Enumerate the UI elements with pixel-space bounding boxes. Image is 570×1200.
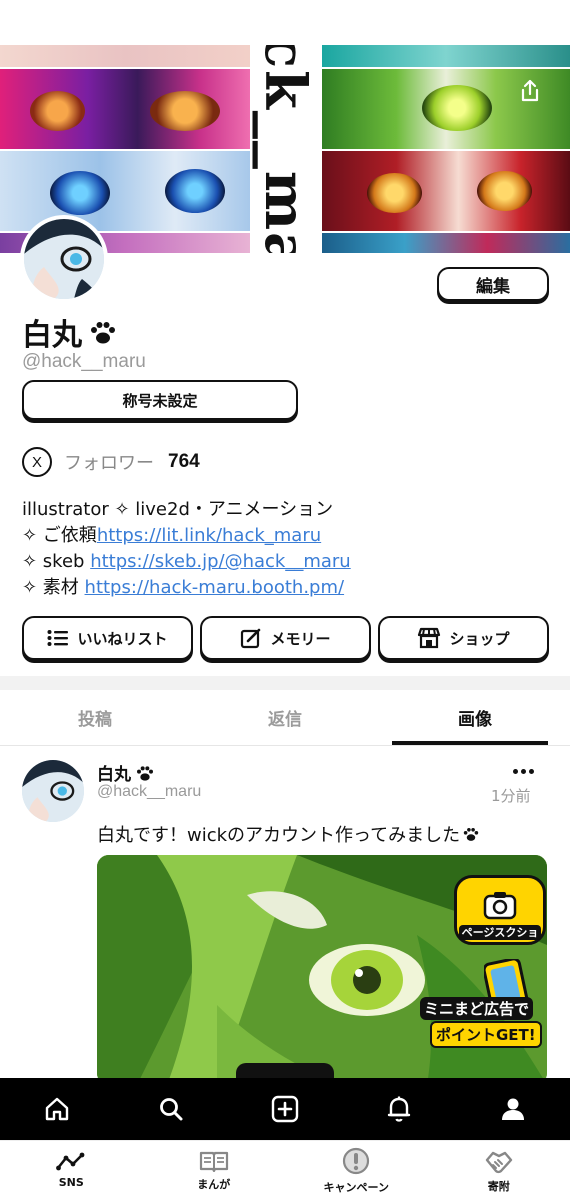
profile-bio: illustrator ✧ live2d・アニメーション ✧ ご依頼https:… <box>22 497 351 601</box>
banner-title: hack__maru <box>250 45 320 253</box>
banner-tile <box>0 151 250 231</box>
bio-line: ✧ ご依頼https://lit.link/hack_maru <box>22 525 322 546</box>
nav-profile[interactable] <box>456 1078 570 1140</box>
app-switcher-bar: SNS まんが キャンペーン 寄附 <box>0 1140 570 1200</box>
edit-note-icon <box>241 628 261 649</box>
post-author-name[interactable]: 白丸 <box>97 760 155 785</box>
shop-label: ショップ <box>449 629 510 648</box>
user-icon <box>502 1098 524 1120</box>
edit-profile-button[interactable]: 編集 <box>437 267 549 301</box>
search-icon <box>160 1098 183 1121</box>
post-body: 白丸です！wickのアカウント作ってみました <box>97 821 480 847</box>
bottom-nav <box>0 1078 570 1140</box>
switch-campaign-label: キャンペーン <box>323 1180 389 1194</box>
bio-link[interactable]: https://lit.link/hack_maru <box>97 525 321 546</box>
switch-manga[interactable]: まんが <box>143 1141 286 1200</box>
profile-name-text: 白丸 <box>22 318 82 353</box>
nav-home[interactable] <box>0 1078 114 1140</box>
title-badge-button[interactable]: 称号未設定 <box>22 380 298 420</box>
followers-count: 764 <box>168 451 200 472</box>
switch-sns-label: SNS <box>58 1176 84 1189</box>
likes-list-button[interactable]: いいねリスト <box>22 616 193 660</box>
x-icon[interactable]: X <box>22 447 52 477</box>
tab-posts[interactable]: 投稿 <box>0 690 190 745</box>
more-dot-icon <box>512 768 518 774</box>
share-button[interactable] <box>510 71 550 111</box>
mini-ad-banner[interactable]: ミニまど広告で ポイントGET! <box>420 959 542 1055</box>
followers-label: フォロワー <box>64 453 154 474</box>
more-options-button[interactable] <box>509 760 537 782</box>
post-author-name-text: 白丸 <box>97 765 131 785</box>
switch-sns[interactable]: SNS <box>0 1141 143 1200</box>
tab-images[interactable]: 画像 <box>380 690 570 745</box>
mini-ad-line: ミニまど広告で <box>420 997 534 1020</box>
memory-label: メモリー <box>270 629 331 648</box>
switch-donate-label: 寄附 <box>487 1179 510 1193</box>
bio-link[interactable]: https://hack-maru.booth.pm/ <box>85 577 345 598</box>
alert-coin-icon <box>343 1147 370 1174</box>
page-screenshot-label: ページスクショ <box>448 924 552 940</box>
profile-tabs: 投稿 返信 画像 <box>0 690 570 746</box>
tab-replies[interactable]: 返信 <box>190 690 380 745</box>
bio-line: ✧ 素材 https://hack-maru.booth.pm/ <box>22 577 345 598</box>
post-timestamp: 1分前 <box>491 787 531 805</box>
likes-list-label: いいねリスト <box>77 629 168 648</box>
post-body-text: 白丸です！wickのアカウント作ってみました <box>97 825 461 846</box>
bio-line: illustrator ✧ live2d・アニメーション <box>22 499 334 520</box>
switch-manga-label: まんが <box>197 1177 231 1191</box>
more-dot-icon <box>528 768 534 774</box>
banner-tile <box>322 233 570 253</box>
profile-actions: いいねリスト メモリー ショップ <box>22 616 549 660</box>
banner-tile <box>0 45 250 67</box>
nav-search[interactable] <box>114 1078 228 1140</box>
plus-icon <box>271 1095 299 1123</box>
more-dot-icon <box>520 768 526 774</box>
trend-line-icon <box>56 1152 85 1171</box>
banner-tile <box>322 151 570 231</box>
home-icon <box>45 1097 69 1121</box>
bio-line: ✧ skeb https://skeb.jp/@hack__maru <box>22 551 351 572</box>
post-avatar[interactable] <box>22 760 84 822</box>
paw-icon <box>91 322 115 344</box>
post-author-handle: @hack__maru <box>97 783 202 800</box>
paw-icon <box>463 828 479 841</box>
nav-notifications[interactable] <box>342 1078 456 1140</box>
profile-avatar[interactable] <box>20 215 108 303</box>
memory-button[interactable]: メモリー <box>200 616 371 660</box>
camera-icon <box>483 892 517 920</box>
bell-icon <box>387 1096 411 1122</box>
nav-create[interactable] <box>228 1078 342 1140</box>
profile-handle: @hack__maru <box>22 351 146 372</box>
bio-link[interactable]: https://skeb.jp/@hack__maru <box>90 551 351 572</box>
share-icon <box>521 79 539 102</box>
section-divider <box>0 676 570 690</box>
handshake-icon <box>485 1151 512 1173</box>
banner-tile <box>322 45 570 67</box>
mini-ad-line: ポイントGET! <box>430 1021 542 1048</box>
book-icon <box>199 1151 228 1172</box>
paw-icon <box>137 765 153 781</box>
banner-tile <box>0 69 250 149</box>
profile-name: 白丸 <box>22 310 118 354</box>
list-icon <box>47 630 69 646</box>
followers-row[interactable]: X フォロワー 764 <box>22 447 200 477</box>
shop-button[interactable]: ショップ <box>378 616 549 660</box>
switch-campaign[interactable]: キャンペーン <box>285 1141 428 1200</box>
shop-icon <box>418 627 441 649</box>
switch-donate[interactable]: 寄附 <box>428 1141 570 1200</box>
